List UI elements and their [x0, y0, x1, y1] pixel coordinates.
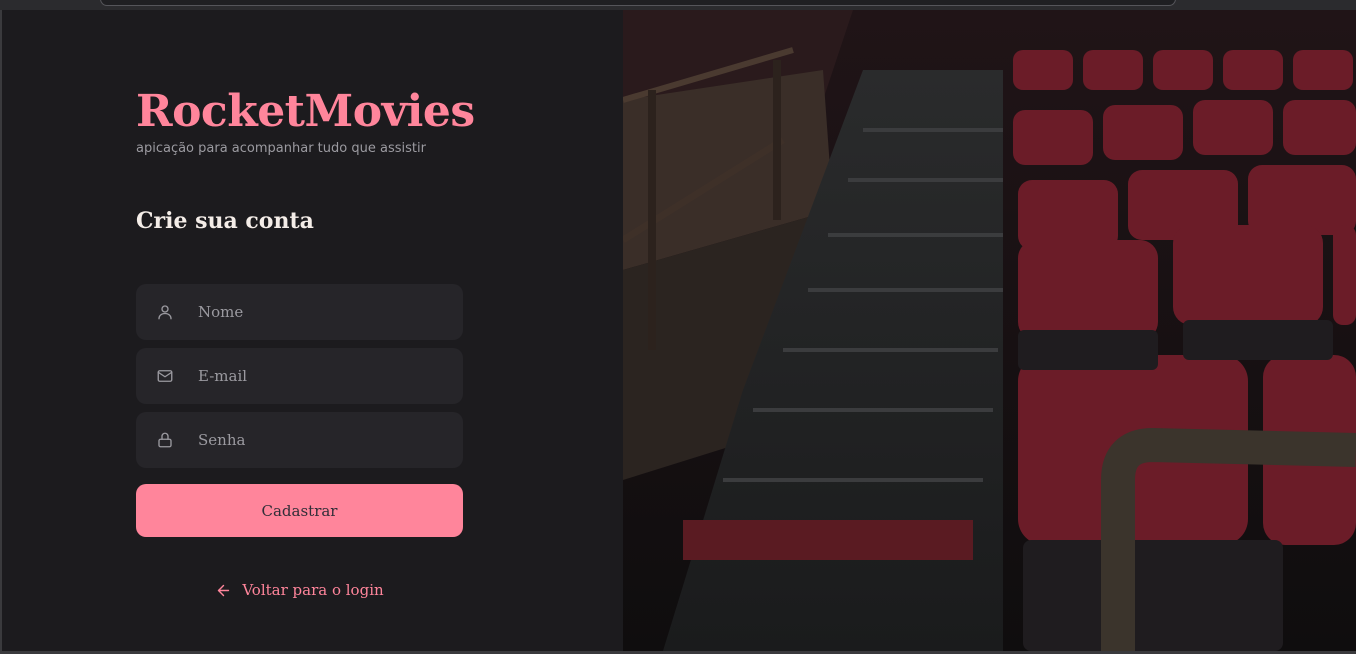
back-to-login-link[interactable]: Voltar para o login — [136, 581, 463, 599]
email-input[interactable] — [198, 367, 458, 385]
form-panel: RocketMovies apicação para acompanhar tu… — [2, 10, 623, 651]
name-input[interactable] — [198, 303, 458, 321]
mail-icon — [157, 370, 173, 382]
name-field[interactable] — [136, 284, 463, 340]
address-bar[interactable] — [100, 0, 1176, 6]
cinema-seats-illustration — [623, 10, 1356, 651]
brand-title: RocketMovies — [136, 86, 475, 137]
browser-top-bar — [0, 0, 1356, 10]
brand-tagline: apicação para acompanhar tudo que assist… — [136, 141, 426, 156]
lock-icon — [158, 432, 172, 448]
back-to-login-label: Voltar para o login — [242, 581, 384, 599]
arrow-left-icon — [218, 584, 230, 596]
signup-page: RocketMovies apicação para acompanhar tu… — [2, 10, 1356, 651]
register-button[interactable]: Cadastrar — [136, 484, 463, 537]
password-input[interactable] — [198, 431, 458, 449]
cinema-background-image — [623, 10, 1356, 651]
email-field[interactable] — [136, 348, 463, 404]
input-fields — [136, 284, 463, 468]
password-field[interactable] — [136, 412, 463, 468]
user-icon — [158, 305, 172, 320]
form-heading: Crie sua conta — [136, 208, 314, 234]
signup-form: RocketMovies apicação para acompanhar tu… — [136, 84, 475, 599]
